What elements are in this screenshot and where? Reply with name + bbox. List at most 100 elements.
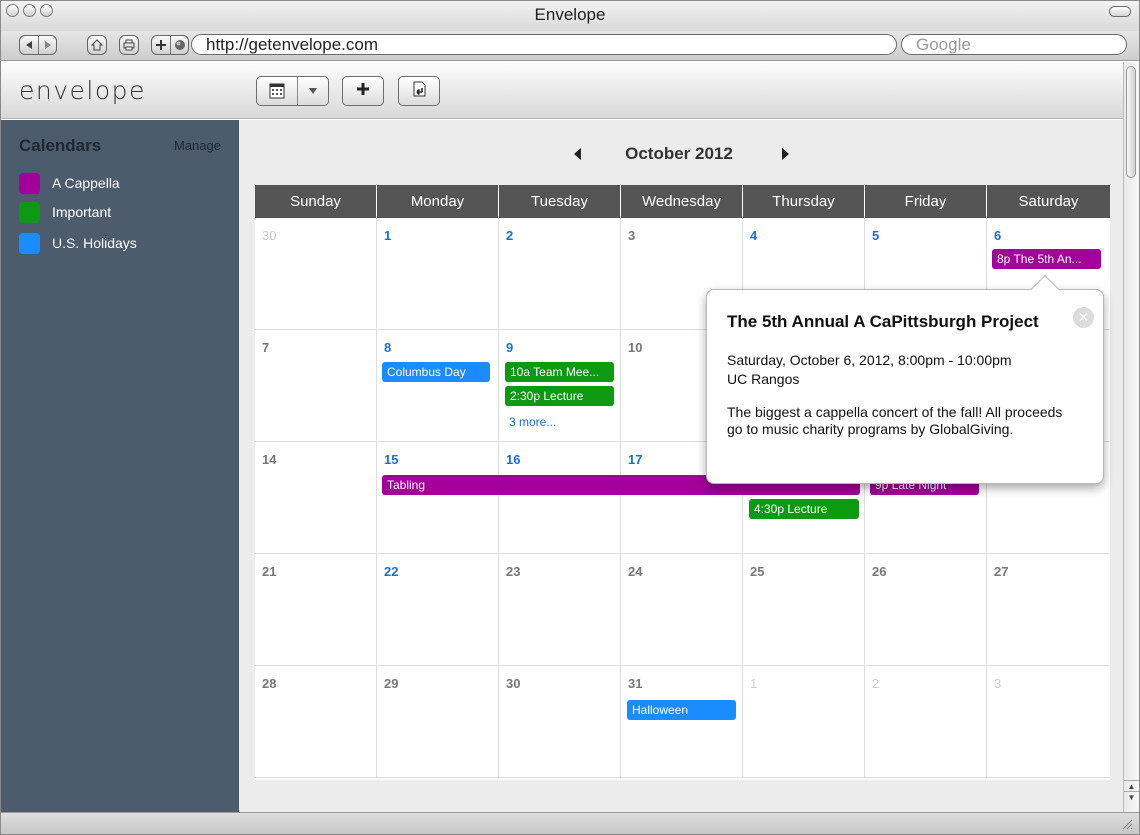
vertical-scrollbar[interactable]: ▲ ▼ [1123, 62, 1139, 812]
calendar-color-swatch [19, 201, 40, 223]
calendar-color-swatch [19, 172, 40, 194]
app-toolbar: envelope [1, 62, 1123, 119]
day-number: 9 [506, 340, 514, 355]
event-lecture[interactable]: 2:30p Lecture [505, 386, 614, 406]
day-number: 1 [384, 228, 392, 243]
day-cell[interactable]: 31 [621, 666, 743, 778]
previous-month-button[interactable] [566, 142, 590, 166]
day-number: 22 [384, 564, 399, 579]
manage-calendars-link[interactable]: Manage [174, 138, 221, 153]
event-lecture-thursday[interactable]: 4:30p Lecture [749, 499, 859, 519]
day-cell[interactable]: 29 [377, 666, 499, 778]
day-number: 24 [628, 564, 643, 579]
weekday-header: Monday [377, 185, 499, 218]
day-number: 25 [750, 564, 765, 579]
title-bar: Envelope [1, 1, 1139, 31]
day-cell[interactable]: 30 [255, 218, 377, 330]
bookmark-buttons [151, 35, 189, 55]
day-cell[interactable]: 1 [743, 666, 865, 778]
calendar-item-label: Important [52, 204, 112, 220]
month-navigation: October 2012 [239, 142, 1123, 166]
search-field[interactable]: Google [901, 34, 1127, 55]
app-logo: envelope [19, 76, 146, 105]
import-button[interactable] [398, 76, 440, 106]
event-location: UC Rangos [727, 371, 800, 387]
browser-window: Envelope http://getenvelope.com Google e… [0, 0, 1140, 835]
month-title: October 2012 [625, 144, 733, 163]
day-cell[interactable]: 7 [255, 330, 377, 442]
more-events-link[interactable]: 3 more... [509, 415, 556, 429]
calendar-item-important[interactable]: Important [19, 201, 111, 223]
resize-grip-icon [1122, 819, 1133, 830]
weekday-header: Wednesday [621, 185, 743, 218]
day-cell[interactable]: 26 [865, 554, 987, 666]
day-number: 6 [994, 228, 1002, 243]
day-cell[interactable]: 16 [499, 442, 621, 554]
calendars-sidebar: Calendars Manage A Cappella Important U.… [1, 120, 239, 812]
home-icon [88, 36, 106, 54]
scroll-down-arrow[interactable]: ▼ [1124, 791, 1139, 802]
event-detail-popover: The 5th Annual A CaPittsburgh Project ✕ … [706, 274, 1104, 484]
day-number: 16 [506, 452, 521, 467]
day-cell[interactable]: 27 [987, 554, 1110, 666]
day-number: 10 [628, 340, 643, 355]
day-cell[interactable]: 1 [377, 218, 499, 330]
day-cell[interactable]: 21 [255, 554, 377, 666]
url-field[interactable]: http://getenvelope.com [191, 34, 897, 55]
weekday-header: Tuesday [499, 185, 621, 218]
calendar-view-icon [257, 77, 299, 105]
day-number: 5 [872, 228, 880, 243]
day-cell[interactable]: 8 [377, 330, 499, 442]
event-team-meeting[interactable]: 10a Team Mee... [505, 362, 614, 382]
day-cell[interactable]: 14 [255, 442, 377, 554]
print-button[interactable] [119, 35, 139, 55]
caret-left-icon [574, 148, 581, 160]
event-halloween[interactable]: Halloween [627, 700, 736, 720]
window-title: Envelope [534, 5, 606, 24]
day-cell[interactable]: 30 [499, 666, 621, 778]
day-number: 2 [506, 228, 514, 243]
back-icon[interactable] [20, 36, 38, 54]
status-bar [1, 812, 1139, 834]
day-number: 30 [506, 676, 521, 691]
event-5th-annual[interactable]: 8p The 5th An... [992, 249, 1101, 269]
browser-toolbar: http://getenvelope.com Google [1, 31, 1139, 61]
calendars-heading: Calendars [19, 136, 102, 155]
globe-icon[interactable] [170, 36, 188, 54]
scroll-up-arrow[interactable]: ▲ [1124, 780, 1139, 791]
calendar-item-a-cappella[interactable]: A Cappella [19, 172, 120, 194]
day-number: 1 [750, 676, 758, 691]
day-number: 29 [384, 676, 399, 691]
day-cell[interactable]: 25 [743, 554, 865, 666]
day-cell[interactable]: 2 [499, 218, 621, 330]
day-cell[interactable]: 3 [987, 666, 1110, 778]
day-cell[interactable]: 28 [255, 666, 377, 778]
toolbar-toggle-button[interactable] [1109, 6, 1131, 17]
event-columbus-day[interactable]: Columbus Day [382, 362, 490, 382]
add-bookmark-icon[interactable] [152, 36, 170, 54]
day-cell[interactable]: 23 [499, 554, 621, 666]
calendar-item-us-holidays[interactable]: U.S. Holidays [19, 232, 137, 254]
calendar-item-label: A Cappella [52, 175, 120, 191]
scrollbar-thumb[interactable] [1126, 66, 1136, 178]
day-number: 30 [262, 228, 277, 243]
import-icon [411, 81, 427, 102]
day-number: 7 [262, 340, 270, 355]
day-number: 14 [262, 452, 277, 467]
close-popover-button[interactable]: ✕ [1073, 307, 1094, 328]
day-cell[interactable]: 22 [377, 554, 499, 666]
add-event-button[interactable] [342, 76, 384, 106]
day-cell[interactable]: 24 [621, 554, 743, 666]
view-picker-button[interactable] [256, 76, 329, 106]
event-description: The biggest a cappella concert of the fa… [727, 404, 1063, 437]
calendar-item-label: U.S. Holidays [52, 235, 137, 251]
forward-icon[interactable] [38, 36, 56, 54]
home-button[interactable] [87, 35, 107, 55]
next-month-button[interactable] [773, 142, 797, 166]
weekday-header: Saturday [1018, 193, 1079, 210]
print-icon [120, 36, 138, 54]
caret-right-icon [782, 148, 789, 160]
day-cell[interactable]: 15 [377, 442, 499, 554]
day-cell[interactable]: 2 [865, 666, 987, 778]
close-icon: ✕ [1077, 309, 1090, 325]
